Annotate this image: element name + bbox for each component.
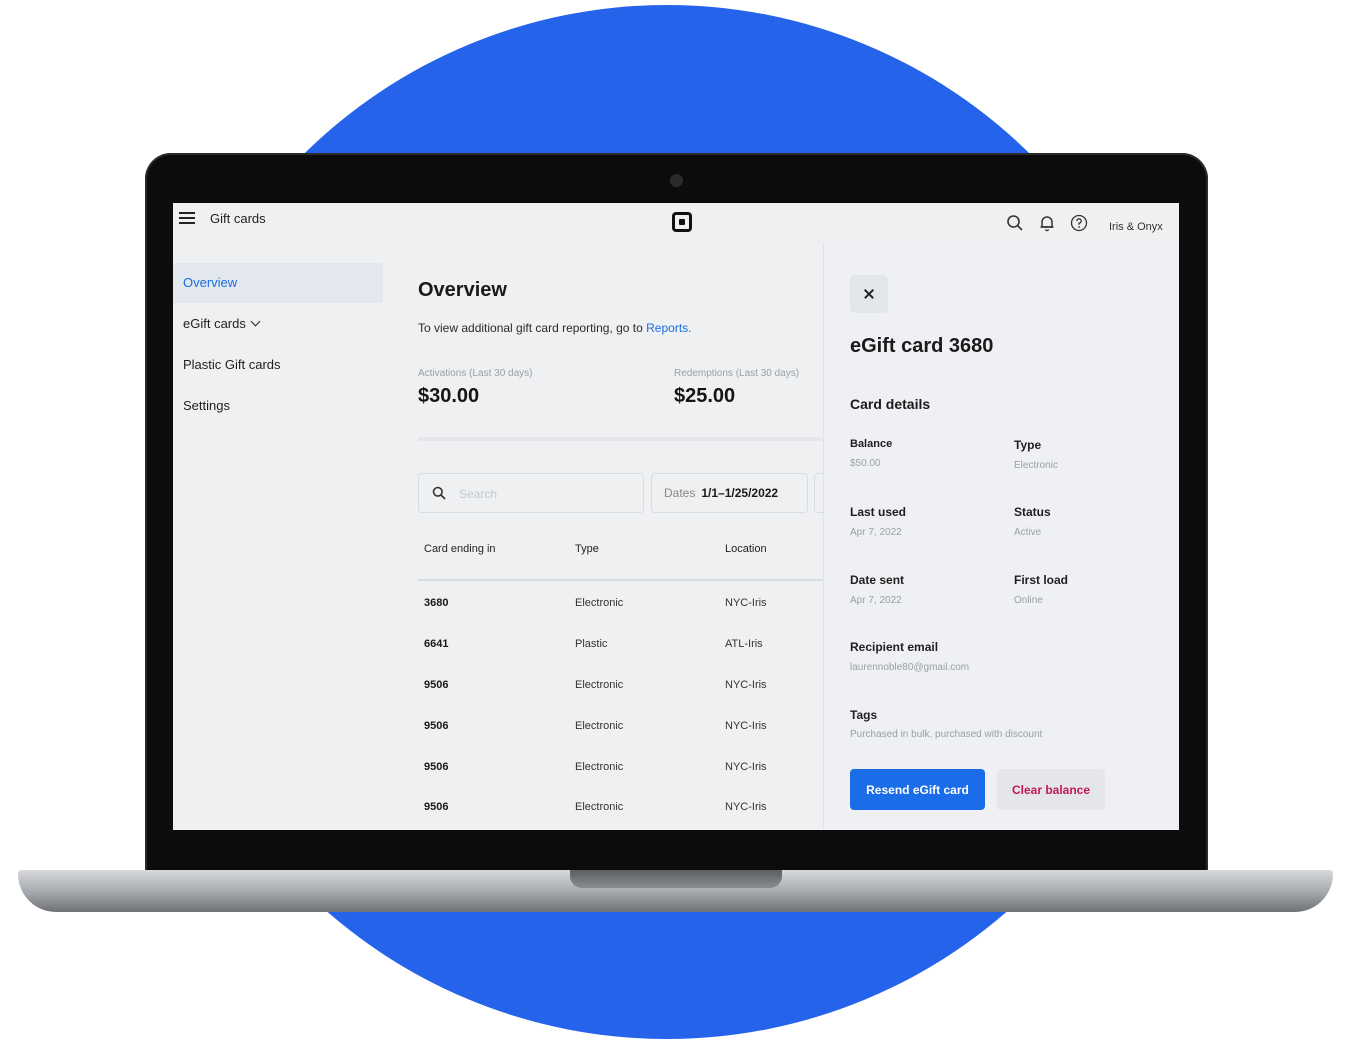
card-detail-panel: eGift card 3680 Card details Balance $50… [823,243,1179,830]
app-screen: Gift cards Iris & Onyx Overview eGift ca… [173,203,1179,830]
panel-title: eGift card 3680 [850,335,994,357]
card-type: Electronic [575,679,624,691]
status-label: Status [1014,505,1051,519]
first-load-value: Online [1014,595,1043,606]
recipient-email-label: Recipient email [850,640,939,654]
search-box[interactable] [418,473,644,513]
account-name[interactable]: Iris & Onyx [1109,221,1163,233]
reports-link[interactable]: Reports. [646,321,691,335]
balance-value: $50.00 [850,458,881,469]
redemptions-value: $25.00 [674,385,736,407]
chevron-down-icon [250,316,261,327]
sidebar-item-plastic-gift-cards[interactable]: Plastic Gift cards [173,345,383,385]
card-number: 9506 [424,720,449,732]
card-number: 9506 [424,801,449,813]
dates-label: Dates [664,486,696,500]
card-number: 9506 [424,679,449,691]
info-text: To view additional gift card reporting, … [418,321,643,335]
section-title: Card details [850,396,931,412]
activations-label: Activations (Last 30 days) [418,368,533,379]
webcam [670,174,683,187]
app-title: Gift cards [210,211,266,226]
table-row[interactable]: 9506 Electronic NYC-Iris [418,720,823,760]
card-location: NYC-Iris [725,761,767,773]
card-location: NYC-Iris [725,801,767,813]
search-input[interactable] [459,484,629,504]
close-icon[interactable] [850,275,888,313]
bell-icon[interactable] [1038,214,1056,232]
card-location: NYC-Iris [725,720,767,732]
activations-value: $30.00 [418,385,480,407]
card-number: 6641 [424,638,449,650]
column-header-type[interactable]: Type [575,543,599,555]
last-used-value: Apr 7, 2022 [850,527,902,538]
type-label: Type [1014,438,1042,452]
date-sent-label: Date sent [850,573,905,587]
first-load-label: First load [1014,573,1069,587]
tags-label: Tags [850,708,878,722]
search-icon [432,486,446,500]
table-row[interactable]: 3680 Electronic NYC-Iris [418,597,823,637]
laptop-notch [570,870,782,888]
card-type: Plastic [575,638,608,650]
type-value: Electronic [1014,460,1058,471]
recipient-email-value: laurennoble80@gmail.com [850,662,970,673]
table-row[interactable]: 9506 Electronic NYC-Iris [418,679,823,719]
last-used-label: Last used [850,505,907,519]
column-header-card[interactable]: Card ending in [424,543,496,555]
card-type: Electronic [575,761,624,773]
table-row[interactable]: 9506 Electronic NYC-Iris [418,761,823,801]
sidebar-item-label: eGift cards [183,316,246,331]
card-type: Electronic [575,720,624,732]
card-number: 9506 [424,761,449,773]
dates-value: 1/1–1/25/2022 [701,486,779,500]
main-content: Overview To view additional gift card re… [418,203,844,830]
reporting-info: To view additional gift card reporting, … [418,321,692,335]
card-location: NYC-Iris [725,597,767,609]
card-type: Electronic [575,597,624,609]
date-range-filter[interactable]: Dates 1/1–1/25/2022 [651,473,808,513]
help-icon[interactable] [1070,214,1088,232]
card-location: ATL-Iris [725,638,763,650]
card-type: Electronic [575,801,624,813]
divider [418,437,823,441]
sidebar-item-egift-cards[interactable]: eGift cards [173,304,383,344]
status-value: Active [1014,527,1042,538]
table-row[interactable]: 6641 Plastic ATL-Iris [418,638,823,678]
header-divider [418,579,823,581]
card-location: NYC-Iris [725,679,767,691]
column-header-location[interactable]: Location [725,543,767,555]
tags-value: Purchased in bulk, purchased with discou… [850,729,1043,740]
sidebar-item-overview[interactable]: Overview [173,263,383,303]
page-title: Overview [418,279,507,301]
sidebar-item-label: Plastic Gift cards [183,357,281,372]
sidebar-item-label: Overview [183,275,238,290]
table-row[interactable]: 9506 Electronic NYC-Iris [418,801,823,830]
sidebar-item-label: Settings [183,398,230,413]
date-sent-value: Apr 7, 2022 [850,595,902,606]
menu-icon[interactable] [179,211,195,225]
resend-egift-card-button[interactable]: Resend eGift card [850,769,985,810]
balance-label: Balance [850,438,893,450]
redemptions-label: Redemptions (Last 30 days) [674,368,800,379]
search-icon[interactable] [1006,214,1024,232]
card-number: 3680 [424,597,449,609]
sidebar-item-settings[interactable]: Settings [173,386,383,426]
clear-balance-button[interactable]: Clear balance [997,769,1105,810]
